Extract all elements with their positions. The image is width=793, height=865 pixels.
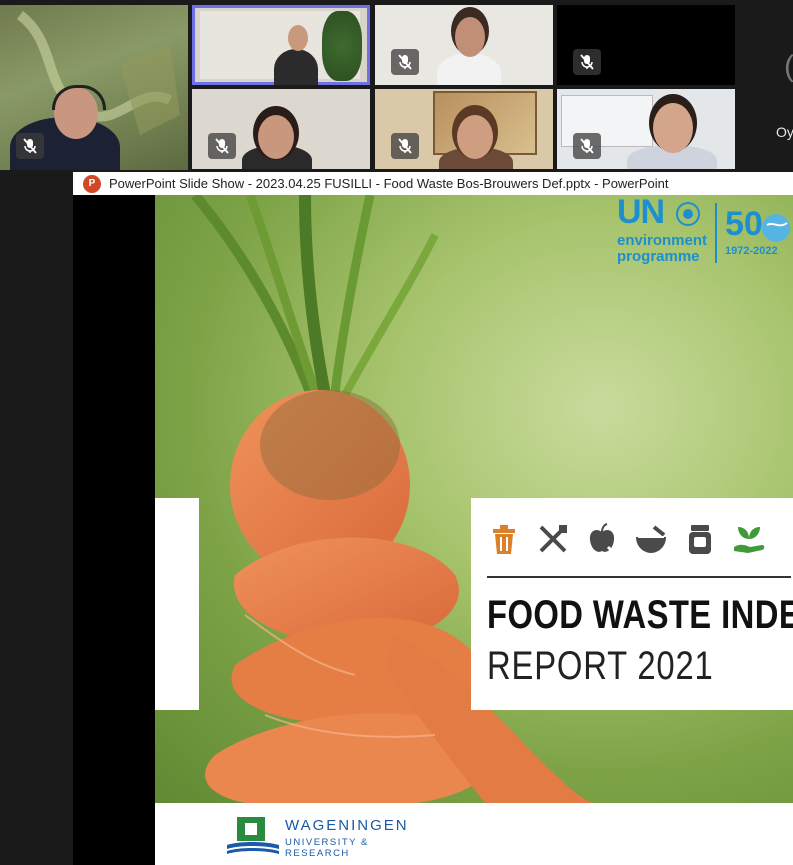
participant-tile-7[interactable] [557,89,735,169]
mic-muted-icon [16,133,44,159]
un-environment-logo: UN environment programme 50 1972-2022 [615,195,790,271]
participant-name-label: Oy [776,124,793,140]
plant-image [322,11,362,81]
bowl-icon [634,522,668,556]
un-line-2: programme [617,248,700,265]
participant-tile-3[interactable] [375,5,553,85]
anniversary-years: 1972-2022 [725,245,778,257]
participant-tile-5[interactable] [192,89,370,169]
slide-letterbox [73,195,155,865]
report-title-card: FOOD WASTE INDEX REPORT 2021 [471,498,793,710]
participant-tile-1[interactable] [0,5,188,170]
window-title: PowerPoint Slide Show - 2023.04.25 FUSIL… [109,176,669,191]
powerpoint-title-bar[interactable]: P PowerPoint Slide Show - 2023.04.25 FUS… [73,172,793,196]
globe-icon [762,214,790,242]
plant-hand-icon [732,522,766,556]
slide-canvas[interactable]: UN environment programme 50 1972-2022 FO… [155,195,793,803]
mic-muted-icon [391,133,419,159]
participant-body [437,53,501,85]
apple-icon [585,522,619,556]
anniversary-number: 50 [725,205,763,243]
mic-muted-icon [573,133,601,159]
report-subtitle: REPORT 2021 [487,644,714,688]
mic-muted-icon [391,49,419,75]
participant-tile-2[interactable] [192,5,370,85]
food-icons-row [487,522,766,556]
un-emblem-icon [676,202,700,226]
mic-muted-icon [573,49,601,75]
mic-muted-icon [208,133,236,159]
wur-emblem-icon [227,817,279,854]
participant-tile-6[interactable] [375,89,553,169]
wur-subtitle: UNIVERSITY & RESEARCH [285,837,369,859]
fork-knife-icon [536,522,570,556]
title-divider [487,576,791,578]
participant-tile-4[interactable] [557,5,735,85]
un-line-1: environment [617,232,708,249]
participant-head [455,17,485,57]
participant-body [274,49,318,85]
powerpoint-logo-icon: P [83,174,101,193]
participant-initial-ring: ( [784,50,793,83]
participant-head [288,25,308,51]
un-letters: UN [617,195,665,231]
wageningen-logo: WAGENINGEN UNIVERSITY & RESEARCH [225,815,435,859]
participant-head [258,115,294,159]
white-panel-left [155,498,199,710]
jar-icon [683,522,717,556]
participant-head [457,115,493,159]
participant-head [653,103,693,153]
trash-bin-icon [487,522,521,556]
wur-name: WAGENINGEN [285,817,409,834]
report-title: FOOD WASTE INDEX [487,593,793,637]
logo-divider [715,203,717,263]
